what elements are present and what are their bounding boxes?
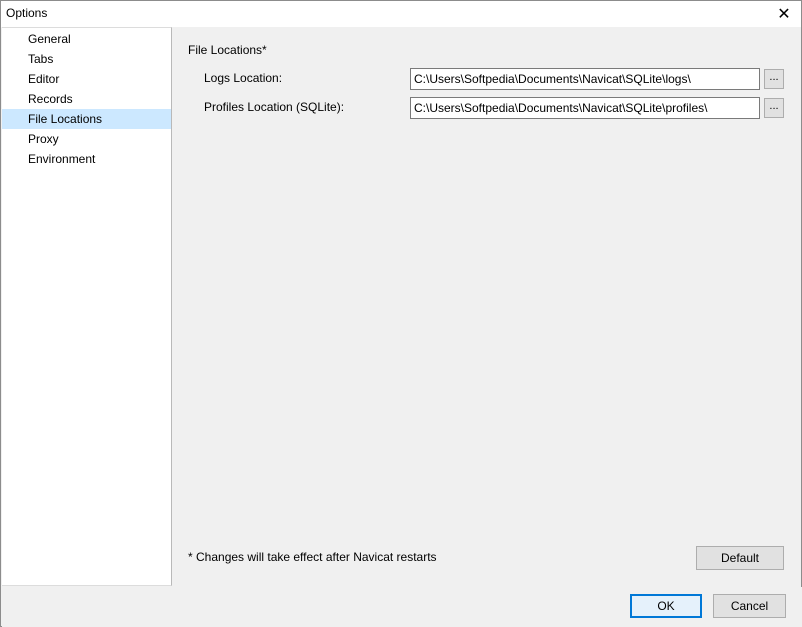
logs-location-input[interactable] (410, 68, 760, 90)
section-title: File Locations* (188, 43, 267, 57)
sidebar-item-environment[interactable]: Environment (2, 149, 171, 169)
default-button[interactable]: Default (696, 546, 784, 570)
restart-note: * Changes will take effect after Navicat… (188, 550, 437, 564)
file-locations-panel: File Locations* Logs Location: ... Profi… (173, 28, 801, 586)
window-title: Options (6, 6, 48, 20)
logs-browse-button[interactable]: ... (764, 69, 784, 89)
options-category-list: General Tabs Editor Records File Locatio… (2, 27, 172, 586)
cancel-button[interactable]: Cancel (713, 594, 786, 618)
sidebar-item-file-locations[interactable]: File Locations (2, 109, 171, 129)
sidebar-item-editor[interactable]: Editor (2, 69, 171, 89)
sidebar-item-tabs[interactable]: Tabs (2, 49, 171, 69)
close-icon[interactable]: ✕ (767, 1, 801, 27)
sidebar-item-proxy[interactable]: Proxy (2, 129, 171, 149)
title-bar: Options ✕ (1, 1, 801, 27)
logs-location-label: Logs Location: (204, 71, 283, 85)
sidebar-item-general[interactable]: General (2, 29, 171, 49)
ok-button[interactable]: OK (630, 594, 702, 618)
sidebar-item-records[interactable]: Records (2, 89, 171, 109)
dialog-footer: OK Cancel (2, 587, 802, 627)
profiles-browse-button[interactable]: ... (764, 98, 784, 118)
options-dialog: Options ✕ General Tabs Editor Records Fi… (0, 0, 802, 627)
profiles-location-input[interactable] (410, 97, 760, 119)
profiles-location-label: Profiles Location (SQLite): (204, 100, 345, 114)
